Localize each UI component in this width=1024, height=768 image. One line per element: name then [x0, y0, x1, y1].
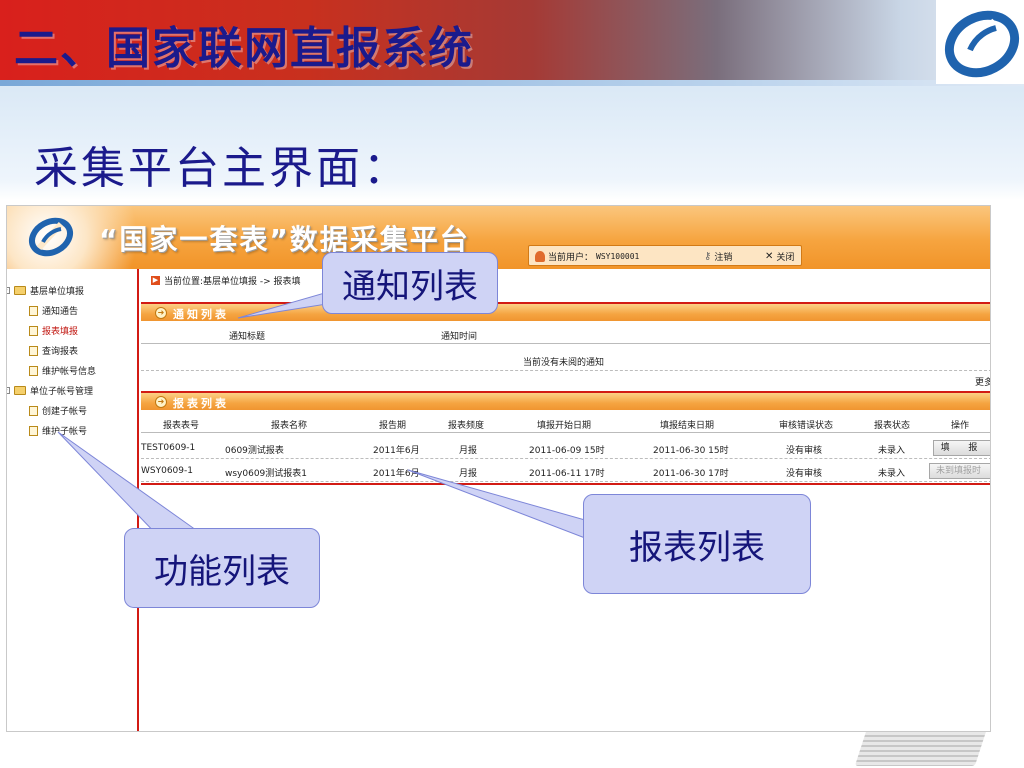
report-period: 2011年6月 [373, 469, 420, 479]
table-bottom-border [141, 483, 990, 485]
report-status: 未录入 [878, 446, 906, 456]
tree-group-basic-unit[interactable]: - 基层单位填报 [7, 284, 85, 297]
report-table-header: 报表表号 报表名称 报告期 报表频度 填报开始日期 填报结束日期 审核错误状态 … [141, 414, 990, 433]
sidebar-item-label: 查询报表 [42, 347, 79, 357]
fill-end-date: 2011-06-30 17时 [653, 469, 729, 479]
breadcrumb-text: 当前位置:基层单位填报 -> 报表填 [164, 277, 301, 287]
sidebar-item-label: 维护子帐号 [42, 427, 88, 437]
report-list-title: 报表列表 [173, 397, 229, 410]
sidebar-item-query-reports[interactable]: 查询报表 [29, 344, 78, 357]
sidebar-item-account-info[interactable]: 维护帐号信息 [29, 364, 96, 377]
main-pane: ▶ 当前位置:基层单位填报 -> 报表填 ➜ 通知列表 通知标题 通知时间 当前… [141, 269, 990, 731]
sidebar-item-label: 报表填报 [42, 327, 79, 337]
column-header: 通知标题 [229, 332, 266, 342]
close-label: 关闭 [776, 253, 795, 263]
document-icon [29, 405, 38, 416]
close-icon: ✕ [765, 251, 774, 262]
notice-list-header: ➜ 通知列表 [141, 302, 990, 321]
arrow-circle-icon: ➜ [155, 307, 167, 319]
user-icon [535, 251, 545, 262]
nbs-logo-icon [944, 10, 1020, 78]
arrow-circle-icon: ➜ [155, 396, 167, 408]
sidebar-item-label: 创建子帐号 [42, 407, 88, 417]
slide-subtitle: 采集平台主界面： [34, 143, 410, 194]
report-code: WSY0609-1 [141, 466, 193, 476]
app-screenshot: “国家一套表”数据采集平台 当前用户： WSY100001 ⚷ 注销 ✕ 关闭 … [6, 205, 991, 732]
sidebar-item-report-fill[interactable]: 报表填报 [29, 324, 78, 337]
tree-group-label: 单位子帐号管理 [30, 387, 94, 397]
notice-empty-row: 当前没有未阅的通知 [141, 349, 990, 371]
folder-icon [14, 286, 26, 295]
report-name: wsy0609测试报表1 [225, 469, 308, 479]
sidebar-item-manage-sub-account[interactable]: 维护子帐号 [29, 424, 87, 437]
column-header: 报表表号 [163, 421, 200, 431]
review-status: 没有审核 [786, 469, 823, 479]
sidebar-item-label: 维护帐号信息 [42, 367, 97, 377]
sidebar-item-create-sub-account[interactable]: 创建子帐号 [29, 404, 87, 417]
folder-icon [14, 386, 26, 395]
fill-report-button-disabled: 未到填报时间 [929, 463, 990, 479]
current-user-label: 当前用户： [548, 253, 594, 263]
column-header: 报表频度 [448, 421, 485, 431]
column-header: 报告期 [379, 421, 407, 431]
close-link[interactable]: ✕ 关闭 [765, 250, 794, 263]
slide-title: 二、国家联网直报系统 [14, 23, 474, 74]
user-bar: 当前用户： WSY100001 ⚷ 注销 ✕ 关闭 [528, 245, 802, 266]
notice-table-header: 通知标题 通知时间 [141, 325, 990, 344]
fill-start-date: 2011-06-09 15时 [529, 446, 605, 456]
report-frequency: 月报 [459, 446, 478, 456]
fill-end-date: 2011-06-30 15时 [653, 446, 729, 456]
column-header: 填报开始日期 [537, 421, 592, 431]
breadcrumb: ▶ 当前位置:基层单位填报 -> 报表填 [151, 274, 301, 287]
notice-list-title: 通知列表 [173, 308, 229, 321]
tree-group-label: 基层单位填报 [30, 287, 85, 297]
document-icon [29, 345, 38, 356]
sidebar-item-label: 通知通告 [42, 307, 79, 317]
logout-label: 注销 [714, 253, 733, 263]
callout-function-list: 功能列表 [124, 528, 320, 608]
column-header: 报表名称 [271, 421, 308, 431]
empty-notice-text: 当前没有未阅的通知 [523, 358, 605, 368]
document-icon [29, 365, 38, 376]
function-sidebar: - 基层单位填报 通知通告 报表填报 查询报表 维护帐号信息 - 单位子帐号管理… [7, 269, 139, 731]
document-icon [29, 325, 38, 336]
column-header: 填报结束日期 [660, 421, 715, 431]
collapse-icon[interactable]: - [7, 387, 10, 394]
sidebar-item-notices[interactable]: 通知通告 [29, 304, 78, 317]
report-list-header: ➜ 报表列表 [141, 391, 990, 410]
column-header: 审核错误状态 [779, 421, 834, 431]
review-status: 没有审核 [786, 446, 823, 456]
fill-report-button[interactable]: 填 报 [933, 440, 990, 456]
arrow-right-icon: ▶ [151, 276, 160, 285]
app-logo-icon [28, 217, 74, 257]
more-link[interactable]: 更多 [975, 375, 990, 388]
report-frequency: 月报 [459, 469, 478, 479]
callout-report-list: 报表列表 [583, 494, 811, 594]
table-row: TEST0609-1 0609测试报表 2011年6月 月报 2011-06-0… [141, 437, 990, 459]
column-header: 通知时间 [441, 332, 478, 342]
current-user: 当前用户： WSY100001 [535, 250, 639, 263]
callout-notice-list: 通知列表 [322, 252, 498, 314]
column-header: 报表状态 [874, 421, 911, 431]
column-header: 操作 [951, 421, 970, 431]
report-name: 0609测试报表 [225, 446, 284, 456]
tree-group-sub-accounts[interactable]: - 单位子帐号管理 [7, 384, 94, 397]
report-code: TEST0609-1 [141, 443, 196, 453]
document-icon [29, 305, 38, 316]
table-row: WSY0609-1 wsy0609测试报表1 2011年6月 月报 2011-0… [141, 460, 990, 482]
fill-start-date: 2011-06-11 17时 [529, 469, 605, 479]
nbs-logo [936, 0, 1024, 84]
notice-more-row: 更多 [141, 371, 990, 389]
key-icon: ⚷ [704, 251, 712, 262]
report-period: 2011年6月 [373, 446, 420, 456]
document-icon [29, 425, 38, 436]
logout-link[interactable]: ⚷ 注销 [704, 250, 732, 263]
current-user-value: WSY100001 [596, 252, 640, 261]
report-status: 未录入 [878, 469, 906, 479]
app-header: “国家一套表”数据采集平台 当前用户： WSY100001 ⚷ 注销 ✕ 关闭 [7, 206, 990, 269]
collapse-icon[interactable]: - [7, 287, 10, 294]
